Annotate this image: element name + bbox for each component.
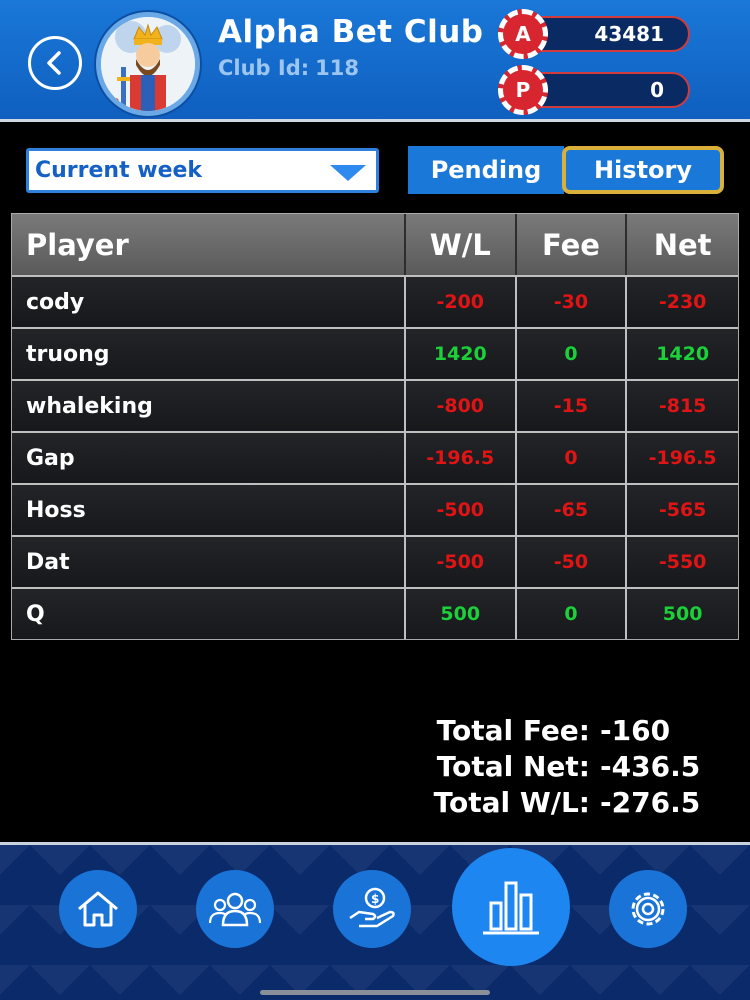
net-value: -230 (658, 291, 707, 313)
total-wl-row: Total W/L: -276.5 (394, 784, 701, 820)
chip-a-icon: A (498, 9, 548, 59)
table-row[interactable]: whaleking -800 -15 -815 (12, 379, 738, 431)
wl-value: -500 (406, 537, 517, 587)
chip-p-icon: P (498, 65, 548, 115)
player-name: Hoss (12, 485, 406, 535)
club-name: Alpha Bet Club (218, 14, 484, 50)
members-icon (208, 892, 262, 927)
table-row[interactable]: cody -200 -30 -230 (12, 275, 738, 327)
home-indicator (260, 990, 490, 995)
nav-cashier-button[interactable]: $ (333, 870, 411, 948)
fee-value: -50 (517, 537, 628, 587)
net-value: 1420 (656, 343, 710, 365)
wl-value: -196.5 (406, 433, 517, 483)
chip-a-letter: A (507, 18, 539, 50)
club-id-value: 118 (315, 56, 359, 80)
caret-down-icon (330, 165, 366, 181)
total-fee-row: Total Fee: -160 (394, 712, 694, 748)
club-id: Club Id: 118 (218, 56, 359, 80)
net-value: -196.5 (648, 447, 717, 469)
player-name: Dat (12, 537, 406, 587)
total-net-value: -436.5 (600, 749, 701, 783)
nav-stats-button[interactable] (452, 848, 570, 966)
fee-value: 0 (517, 329, 628, 379)
cashier-icon: $ (349, 887, 395, 928)
total-wl-value: -276.5 (600, 785, 701, 819)
tab-pending[interactable]: Pending (408, 146, 564, 194)
total-net-label: Total Net: (436, 749, 590, 783)
table-row[interactable]: Q 500 0 500 (12, 587, 738, 639)
stats-icon (483, 881, 539, 935)
club-avatar: ♥ (96, 12, 200, 116)
gear-icon (631, 892, 665, 926)
table-row[interactable]: Dat -500 -50 -550 (12, 535, 738, 587)
column-header-player: Player (12, 214, 406, 275)
nav-members-button[interactable] (196, 870, 274, 948)
wl-value: 500 (406, 589, 517, 639)
club-id-label: Club Id: (218, 56, 310, 80)
total-wl-label: Total W/L: (433, 785, 590, 819)
table-header: Player W/L Fee Net (12, 214, 738, 275)
total-net-row: Total Net: -436.5 (394, 748, 701, 784)
total-fee-value: -160 (600, 713, 671, 747)
home-icon (78, 891, 118, 927)
column-header-fee: Fee (517, 214, 628, 275)
net-value: -565 (658, 499, 707, 521)
results-table: Player W/L Fee Net cody -200 -30 -230 tr… (11, 213, 739, 640)
nav-settings-button[interactable] (609, 870, 687, 948)
svg-text:$: $ (371, 892, 379, 906)
fee-value: -30 (517, 277, 628, 327)
net-value: -815 (658, 395, 707, 417)
player-name: Gap (12, 433, 406, 483)
player-name: cody (12, 277, 406, 327)
wl-value: 1420 (406, 329, 517, 379)
fee-value: 0 (517, 589, 628, 639)
period-select[interactable]: Current week (26, 148, 379, 193)
column-header-wl: W/L (406, 214, 517, 275)
fee-value: -65 (517, 485, 628, 535)
chip-p-letter: P (507, 74, 539, 106)
king-card-icon: ♥ (101, 17, 195, 111)
fee-value: -15 (517, 381, 628, 431)
wl-value: -500 (406, 485, 517, 535)
player-name: Q (12, 589, 406, 639)
nav-home-button[interactable] (59, 870, 137, 948)
table-row[interactable]: Gap -196.5 0 -196.5 (12, 431, 738, 483)
period-select-value: Current week (35, 158, 203, 183)
table-row[interactable]: truong 1420 0 1420 (12, 327, 738, 379)
net-value: 500 (662, 603, 703, 625)
table-row[interactable]: Hoss -500 -65 -565 (12, 483, 738, 535)
chevron-left-icon (47, 51, 61, 75)
fee-value: 0 (517, 433, 628, 483)
back-button[interactable] (28, 36, 82, 90)
player-name: whaleking (12, 381, 406, 431)
total-fee-label: Total Fee: (436, 713, 590, 747)
tab-history[interactable]: History (562, 146, 724, 194)
player-name: truong (12, 329, 406, 379)
net-value: -550 (658, 551, 707, 573)
wl-value: -200 (406, 277, 517, 327)
column-header-net: Net (653, 227, 712, 262)
totals-summary: Total Fee: -160 Total Net: -436.5 Total … (394, 712, 701, 820)
balance-p-value: 0 (650, 78, 664, 102)
balance-a-value: 43481 (594, 22, 664, 46)
wl-value: -800 (406, 381, 517, 431)
